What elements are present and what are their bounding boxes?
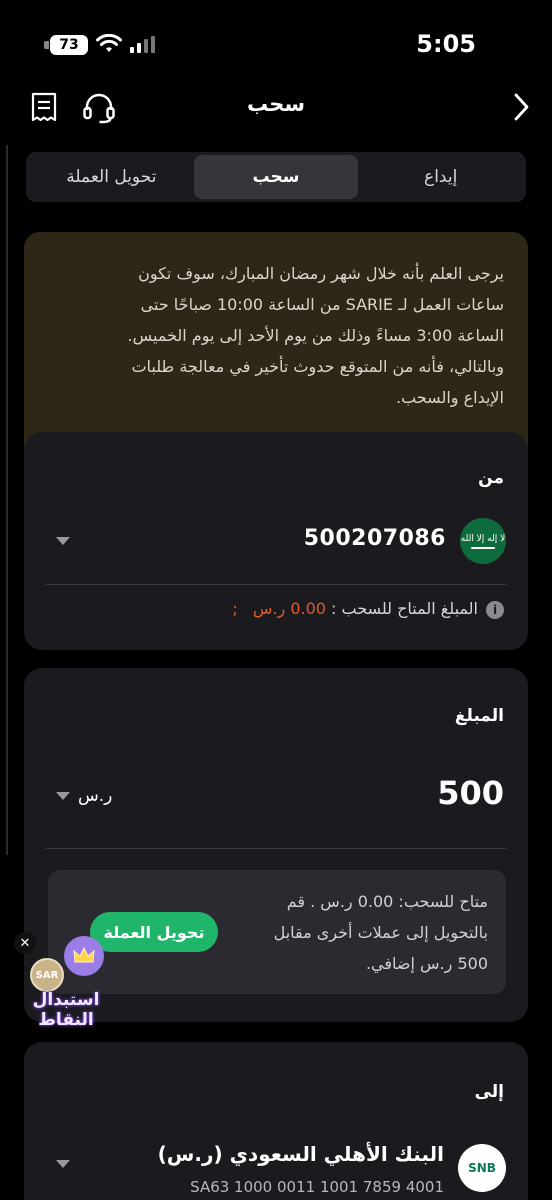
tab-bar: تحويل العملة سحب إيداع bbox=[26, 152, 526, 202]
divider bbox=[46, 584, 506, 585]
notice-line: الساعة 3:00 مساءً وذلك من يوم الأحد إلى … bbox=[127, 326, 505, 345]
available-label: المبلغ المتاح للسحب : bbox=[331, 599, 478, 618]
info-line: 500 ر.س إضافي. bbox=[365, 954, 488, 973]
flag-script: لا إله إلا الله bbox=[460, 533, 506, 544]
from-label: من bbox=[478, 468, 504, 488]
header: سحب bbox=[0, 80, 552, 136]
notice-line: وبالتالي، فأنه من المتوقع حدوث تأخير في … bbox=[131, 357, 504, 376]
to-label: إلى bbox=[474, 1082, 504, 1102]
close-icon[interactable]: ✕ bbox=[14, 932, 36, 954]
divider bbox=[46, 848, 506, 849]
battery-tip bbox=[44, 41, 49, 49]
scroll-track bbox=[6, 145, 8, 855]
bank-name[interactable]: البنك الأهلي السعودي (ر.س) bbox=[158, 1142, 444, 1166]
crown-icon bbox=[64, 936, 104, 976]
notice-line: ساعات العمل لـ SARIE من الساعة 10:00 صبا… bbox=[140, 295, 504, 314]
badge-label-line: استبدال bbox=[32, 990, 100, 1010]
battery-indicator: 73 bbox=[50, 35, 88, 55]
available-balance: المبلغ المتاح للسحب : 0.00 ر.س ; bbox=[232, 599, 478, 618]
flag-sword bbox=[471, 546, 495, 549]
notice-line: يرجى العلم بأنه خلال شهر رمضان المبارك، … bbox=[138, 264, 504, 283]
iban-number: SA63 1000 0011 1001 7859 4001 bbox=[190, 1178, 444, 1196]
available-amount: 0.00 ر.س bbox=[252, 599, 326, 618]
tab-deposit[interactable]: إيداع bbox=[358, 155, 523, 199]
conversion-info-box: متاح للسحب: 0.00 ر.س . قم بالتحويل إلى ع… bbox=[48, 870, 506, 994]
chevron-down-icon[interactable] bbox=[56, 792, 70, 800]
amount-label: المبلغ bbox=[454, 706, 504, 726]
redeem-points-badge[interactable]: SAR ✕ استبدال النقاط bbox=[14, 932, 114, 1042]
snb-bank-logo: SNB bbox=[458, 1144, 506, 1192]
badge-label-line: النقاط bbox=[38, 1010, 94, 1030]
to-account-card: إلى SNB البنك الأهلي السعودي (ر.س) SA63 … bbox=[24, 1042, 528, 1200]
currency-selector[interactable]: ر.س bbox=[78, 786, 112, 806]
sar-coin-icon: SAR bbox=[30, 958, 64, 992]
page-title: سحب bbox=[246, 92, 306, 116]
notice-line: الإيداع والسحب. bbox=[396, 388, 504, 407]
wifi-icon bbox=[96, 34, 122, 52]
info-line: متاح للسحب: 0.00 ر.س . قم bbox=[286, 892, 488, 911]
conversion-info-text: متاح للسحب: 0.00 ر.س . قم بالتحويل إلى ع… bbox=[228, 886, 488, 979]
info-icon[interactable]: i bbox=[486, 601, 504, 619]
status-time: 5:05 bbox=[416, 30, 476, 58]
status-bar: 73 5:05 bbox=[0, 0, 552, 90]
chevron-down-icon[interactable] bbox=[56, 537, 70, 545]
tab-withdraw[interactable]: سحب bbox=[193, 155, 359, 199]
available-suffix: ; bbox=[232, 599, 238, 618]
account-number[interactable]: 500207086 bbox=[304, 526, 446, 551]
redeem-points-label: استبدال النقاط bbox=[18, 990, 114, 1030]
info-line: بالتحويل إلى عملات أخرى مقابل bbox=[273, 923, 488, 942]
amount-input[interactable]: 500 bbox=[437, 774, 504, 812]
ramadan-notice: يرجى العلم بأنه خلال شهر رمضان المبارك، … bbox=[24, 232, 528, 462]
chevron-down-icon[interactable] bbox=[56, 1160, 70, 1168]
saudi-flag-icon: لا إله إلا الله bbox=[460, 518, 506, 564]
from-account-card: من لا إله إلا الله 500207086 i المبلغ ال… bbox=[24, 432, 528, 650]
signal-icon bbox=[130, 36, 155, 53]
crown-shape bbox=[73, 946, 95, 963]
tab-currency-conversion[interactable]: تحويل العملة bbox=[29, 155, 194, 199]
chevron-right-icon[interactable] bbox=[512, 92, 530, 122]
